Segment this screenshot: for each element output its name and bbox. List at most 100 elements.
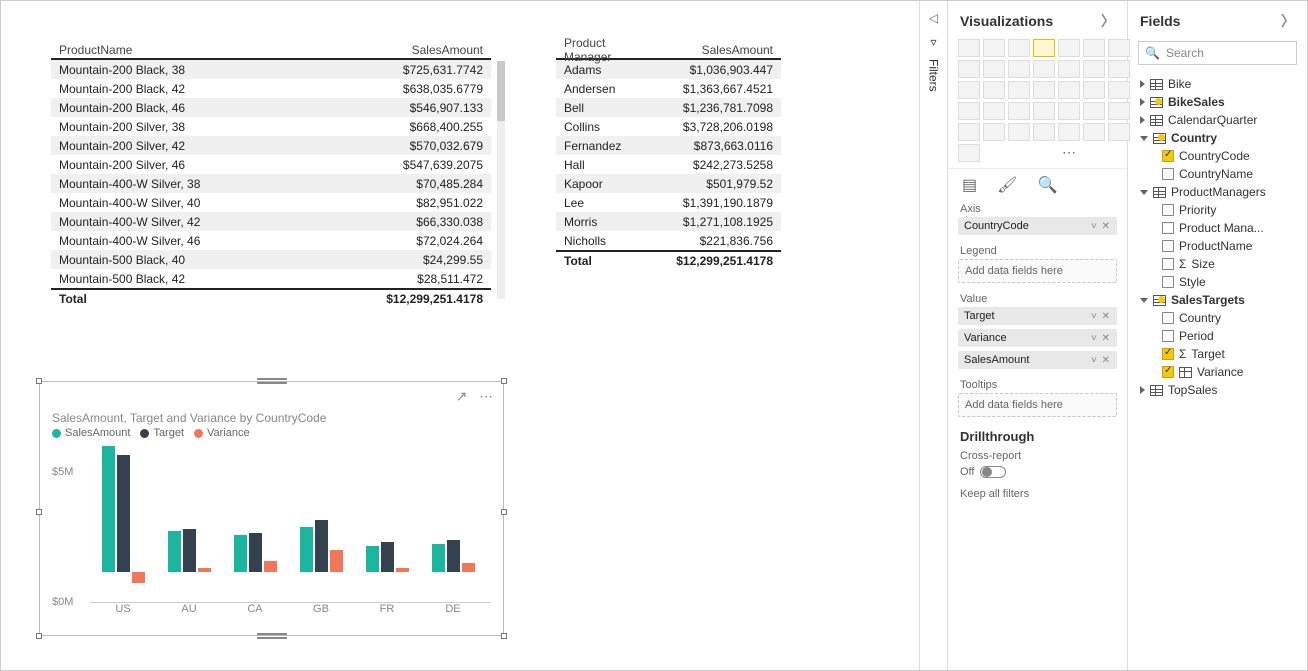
viz-type-icon[interactable] — [1058, 123, 1080, 141]
field-chip-countrycode[interactable]: CountryCode˅ ✕ — [958, 217, 1117, 235]
field-chip-variance[interactable]: Variance˅ ✕ — [958, 329, 1117, 347]
table-row[interactable]: Morris$1,271,108.1925 — [556, 212, 781, 231]
table-node[interactable]: TopSales — [1136, 381, 1299, 399]
bar[interactable] — [315, 520, 328, 572]
bar-group[interactable] — [230, 533, 280, 602]
table-row[interactable]: Lee$1,391,190.1879 — [556, 193, 781, 212]
collapse-icon[interactable]: 〉 — [1281, 11, 1295, 31]
caret-icon[interactable] — [1140, 98, 1145, 106]
field-chip-target[interactable]: Target˅ ✕ — [958, 307, 1117, 325]
bar[interactable] — [183, 529, 196, 572]
bar[interactable] — [300, 527, 313, 573]
bar[interactable] — [117, 455, 130, 572]
viz-type-icon[interactable] — [983, 102, 1005, 120]
visual-header-icons[interactable]: ↗ ⋯ — [456, 388, 493, 405]
field-well-tooltips[interactable]: Add data fields here — [958, 393, 1117, 417]
table-row[interactable]: Bell$1,236,781.7098 — [556, 98, 781, 117]
table-row[interactable]: Mountain-400-W Silver, 40$82,951.022 — [51, 193, 491, 212]
bar[interactable] — [381, 542, 394, 572]
viz-type-icon[interactable] — [1108, 39, 1130, 57]
table-row[interactable]: Mountain-200 Black, 42$638,035.6779 — [51, 79, 491, 98]
fields-tab-icon[interactable]: ▤ — [962, 175, 977, 195]
viz-type-icon[interactable] — [958, 102, 980, 120]
bar-group[interactable] — [164, 529, 214, 602]
table-node[interactable]: SalesTargets — [1136, 291, 1299, 309]
field-chip-salesamount[interactable]: SalesAmount˅ ✕ — [958, 351, 1117, 369]
field-node[interactable]: ΣSize — [1136, 255, 1299, 273]
viz-type-icon[interactable] — [1083, 123, 1105, 141]
field-node[interactable]: ProductName — [1136, 237, 1299, 255]
table-row[interactable]: Nicholls$221,836.756 — [556, 231, 781, 250]
field-node[interactable]: CountryCode — [1136, 147, 1299, 165]
field-checkbox[interactable] — [1162, 276, 1174, 288]
viz-type-icon[interactable] — [1083, 102, 1105, 120]
table-row[interactable]: Mountain-500 Black, 40$24,299.55 — [51, 250, 491, 269]
table-node[interactable]: CalendarQuarter — [1136, 111, 1299, 129]
viz-type-icon[interactable] — [958, 144, 980, 162]
table-products[interactable]: ProductName SalesAmount Mountain-200 Bla… — [51, 41, 491, 307]
field-node[interactable]: Product Mana... — [1136, 219, 1299, 237]
table-managers[interactable]: Product Manager SalesAmount Adams$1,036,… — [556, 41, 781, 269]
viz-type-icon[interactable] — [983, 39, 1005, 57]
table-row[interactable]: Kapoor$501,979.52 — [556, 174, 781, 193]
fields-search[interactable]: 🔍 Search — [1138, 41, 1297, 65]
caret-icon[interactable] — [1140, 298, 1148, 303]
viz-type-icon[interactable] — [1108, 123, 1130, 141]
analytics-tab-icon[interactable]: 🔍 — [1037, 175, 1057, 195]
field-node[interactable]: Priority — [1136, 201, 1299, 219]
viz-type-icon[interactable] — [1008, 102, 1030, 120]
field-checkbox[interactable] — [1162, 330, 1174, 342]
viz-type-icon[interactable] — [1108, 60, 1130, 78]
field-checkbox[interactable] — [1162, 168, 1174, 180]
table-row[interactable]: Fernandez$873,663.0116 — [556, 136, 781, 155]
viz-type-icon[interactable] — [1108, 81, 1130, 99]
bar[interactable] — [132, 572, 145, 583]
chart-plot-area[interactable]: $5M $0M — [90, 443, 491, 603]
table-row[interactable]: Hall$242,273.5258 — [556, 155, 781, 174]
bar[interactable] — [234, 535, 247, 572]
field-node[interactable]: Variance — [1136, 363, 1299, 381]
bar[interactable] — [366, 546, 379, 572]
bar-group[interactable] — [428, 540, 478, 603]
chart-legend[interactable]: SalesAmountTargetVariance — [40, 427, 503, 443]
table-row[interactable]: Mountain-200 Black, 46$546,907.133 — [51, 98, 491, 117]
field-well-legend[interactable]: Add data fields here — [958, 259, 1117, 283]
viz-type-icon[interactable] — [1008, 81, 1030, 99]
scrollbar[interactable] — [497, 61, 505, 299]
field-checkbox[interactable] — [1162, 204, 1174, 216]
format-tabs[interactable]: ▤ 🖌 🔍 — [948, 168, 1127, 197]
report-canvas[interactable]: ProductName SalesAmount Mountain-200 Bla… — [1, 1, 919, 670]
visualization-gallery[interactable]: ⋯ — [948, 37, 1127, 168]
viz-type-icon[interactable] — [983, 123, 1005, 141]
caret-icon[interactable] — [1140, 116, 1145, 124]
drag-handle-icon[interactable] — [257, 377, 287, 385]
viz-type-icon[interactable] — [1008, 123, 1030, 141]
field-node[interactable]: Period — [1136, 327, 1299, 345]
field-node[interactable]: CountryName — [1136, 165, 1299, 183]
viz-type-icon[interactable] — [958, 81, 980, 99]
bar-group[interactable] — [296, 520, 346, 602]
table-row[interactable]: Adams$1,036,903.447 — [556, 60, 781, 79]
more-visuals-icon[interactable]: ⋯ — [1058, 144, 1080, 162]
bar[interactable] — [462, 563, 475, 572]
table-row[interactable]: Mountain-400-W Silver, 46$72,024.264 — [51, 231, 491, 250]
table-row[interactable]: Mountain-200 Silver, 38$668,400.255 — [51, 117, 491, 136]
table-row[interactable]: Mountain-500 Black, 42$28,511.472 — [51, 269, 491, 288]
viz-type-icon[interactable] — [1108, 102, 1130, 120]
legend-item[interactable]: Variance — [194, 427, 250, 439]
bar[interactable] — [432, 544, 445, 572]
fields-tree[interactable]: BikeBikeSalesCalendarQuarterCountryCount… — [1128, 75, 1307, 399]
caret-icon[interactable] — [1140, 136, 1148, 141]
format-tab-icon[interactable]: 🖌 — [997, 175, 1017, 195]
field-checkbox[interactable] — [1162, 150, 1174, 162]
viz-type-icon[interactable] — [958, 60, 980, 78]
table-row[interactable]: Mountain-400-W Silver, 42$66,330.038 — [51, 212, 491, 231]
viz-type-icon[interactable] — [1033, 39, 1055, 57]
bar[interactable] — [264, 561, 277, 572]
viz-type-icon[interactable] — [1058, 39, 1080, 57]
viz-type-icon[interactable] — [1008, 39, 1030, 57]
cross-report-toggle[interactable]: Off — [948, 466, 1127, 484]
caret-icon[interactable] — [1140, 190, 1148, 195]
viz-type-icon[interactable] — [958, 39, 980, 57]
viz-type-icon[interactable] — [1058, 81, 1080, 99]
